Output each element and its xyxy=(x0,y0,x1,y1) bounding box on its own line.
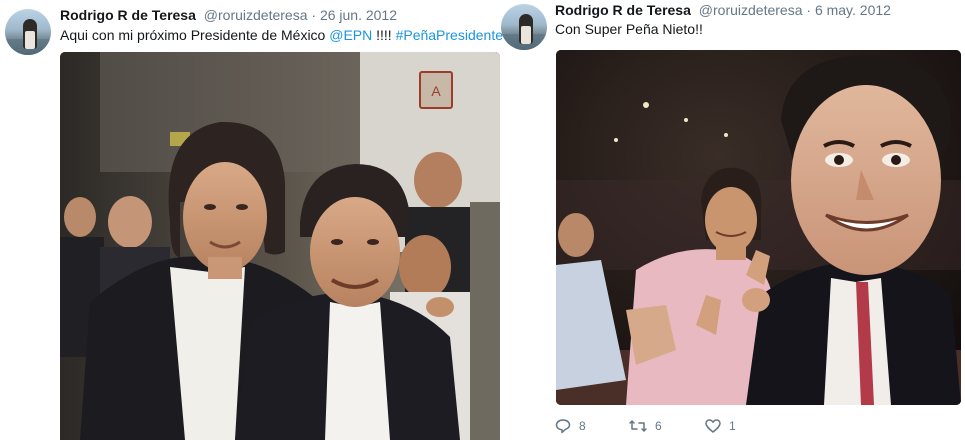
mention-link[interactable]: @EPN xyxy=(329,27,372,43)
avatar[interactable] xyxy=(501,4,547,50)
tweet-right: Rodrigo R de Teresa @roruizdeteresa · 6 … xyxy=(496,0,965,440)
hashtag-link[interactable]: #PeñaPresidente xyxy=(396,27,503,43)
tweet-left: Rodrigo R de Teresa @roruizdeteresa · 26… xyxy=(0,0,503,440)
tweet-text: Con Super Peña Nieto!! xyxy=(555,21,703,37)
tweet-header: Rodrigo R de Teresa @roruizdeteresa · 26… xyxy=(60,6,397,24)
photo-illustration: A xyxy=(60,52,500,440)
retweet-icon[interactable] xyxy=(629,418,647,434)
exit-sign-text: A xyxy=(431,83,441,99)
like-action[interactable]: 1 xyxy=(705,416,736,436)
photo-illustration xyxy=(556,50,961,405)
tweet-date[interactable]: 6 may. 2012 xyxy=(815,2,891,18)
tweet-text: Aqui con mi próximo Presidente de México… xyxy=(60,26,503,44)
tweet-date[interactable]: 26 jun. 2012 xyxy=(320,7,397,23)
reply-count: 8 xyxy=(579,419,586,433)
retweet-action[interactable]: 6 xyxy=(629,416,662,436)
reply-action[interactable]: 8 xyxy=(555,416,586,436)
display-name[interactable]: Rodrigo R de Teresa xyxy=(60,7,196,23)
display-name[interactable]: Rodrigo R de Teresa xyxy=(555,2,691,18)
like-count: 1 xyxy=(729,419,736,433)
tweet-photo[interactable]: A xyxy=(60,52,500,440)
tweet-photo[interactable] xyxy=(556,50,961,405)
separator-dot: · xyxy=(806,2,812,18)
retweet-count: 6 xyxy=(655,419,662,433)
separator-dot: · xyxy=(311,7,317,23)
tweet-text-body: Aqui con mi próximo Presidente de México xyxy=(60,27,330,43)
avatar[interactable] xyxy=(5,9,51,55)
tweet-header: Rodrigo R de Teresa @roruizdeteresa · 6 … xyxy=(555,1,891,19)
tweet-text-exclaim: !!!! xyxy=(372,27,396,43)
reply-icon[interactable] xyxy=(555,418,571,434)
heart-icon[interactable] xyxy=(705,418,721,434)
user-handle[interactable]: @roruizdeteresa xyxy=(204,7,308,23)
user-handle[interactable]: @roruizdeteresa xyxy=(699,2,803,18)
